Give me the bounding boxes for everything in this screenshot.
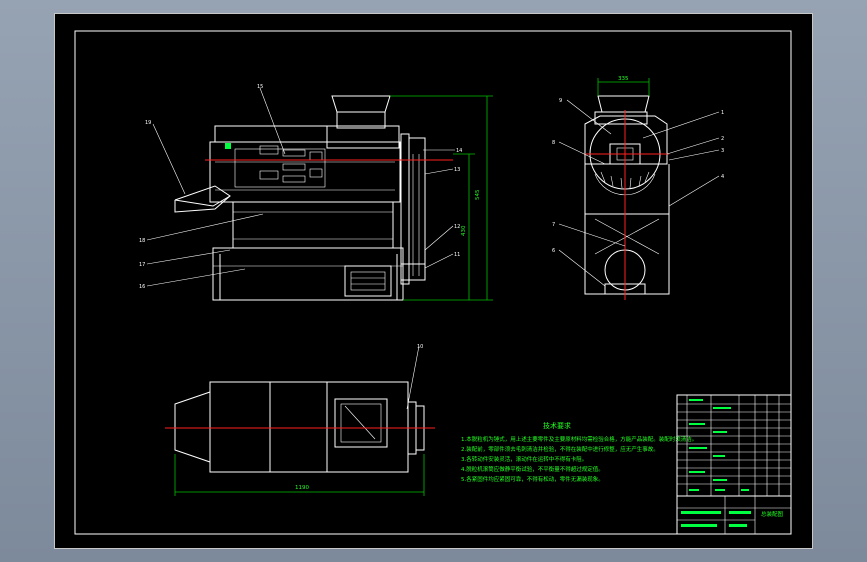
balloon-18: 18 — [139, 238, 145, 244]
balloon-7: 7 — [552, 222, 555, 228]
balloon-17: 17 — [139, 262, 145, 268]
balloon-10: 10 — [417, 344, 423, 350]
side-view: 335 — [584, 76, 670, 300]
title-block: 总装配图 — [676, 394, 792, 535]
balloon-8: 8 — [552, 140, 555, 146]
dim-front-lower: 430 — [461, 225, 467, 236]
balloon-1: 1 — [721, 110, 724, 116]
drawing-border — [74, 30, 792, 535]
balloon-12: 12 — [454, 224, 460, 230]
notes-item-2: 2.装配前，零部件须去毛刺清洁并检验，不得在装配中进行修整，应无产生事故。 — [461, 445, 659, 453]
dim-top-length: 1190 — [295, 485, 309, 491]
balloon-19: 19 — [145, 120, 151, 126]
dim-side-width: 335 — [618, 76, 629, 82]
balloon-2: 2 — [721, 136, 724, 142]
balloon-6: 6 — [552, 248, 555, 254]
notes-item-1: 1.本脱粒机为锤式，用上述主要零件及主要原材料均需检验合格，方能产品装配。装配时… — [461, 435, 697, 443]
balloon-13: 13 — [454, 167, 460, 173]
notes-item-4: 4.脱粒机滚筒应做静平衡试验，不平衡量不得超过规定值。 — [461, 465, 604, 473]
balloon-4: 4 — [721, 174, 724, 180]
notes-item-5: 5.各紧固件均应紧固可靠，不得有松动，零件无漏装现象。 — [461, 475, 604, 483]
notes-heading: 技术要求 — [543, 421, 571, 430]
balloon-9: 9 — [559, 98, 562, 104]
front-view — [174, 95, 453, 301]
balloon-11: 11 — [454, 252, 460, 258]
dim-front-height: 545 — [475, 189, 481, 200]
technical-notes: 技术要求 1.本脱粒机为锤式，用上述主要零件及主要原材料均需检验合格，方能产品装… — [461, 421, 697, 483]
balloon-15: 15 — [257, 84, 263, 90]
balloon-3: 3 — [721, 148, 724, 154]
balloon-16: 16 — [139, 284, 145, 290]
title-drawing-no: 总装配图 — [761, 510, 784, 518]
top-view: 10 1190 — [165, 344, 435, 496]
front-dimensions: 545 430 — [390, 95, 493, 301]
notes-item-3: 3.各转动件安装灵活，滚动件在运转中不得有卡阻。 — [461, 455, 587, 463]
cad-viewport[interactable]: 545 430 19 18 17 16 15 14 13 12 11 335 9… — [54, 13, 813, 549]
balloon-14: 14 — [456, 148, 462, 154]
cad-drawing: 545 430 19 18 17 16 15 14 13 12 11 335 9… — [74, 30, 792, 535]
